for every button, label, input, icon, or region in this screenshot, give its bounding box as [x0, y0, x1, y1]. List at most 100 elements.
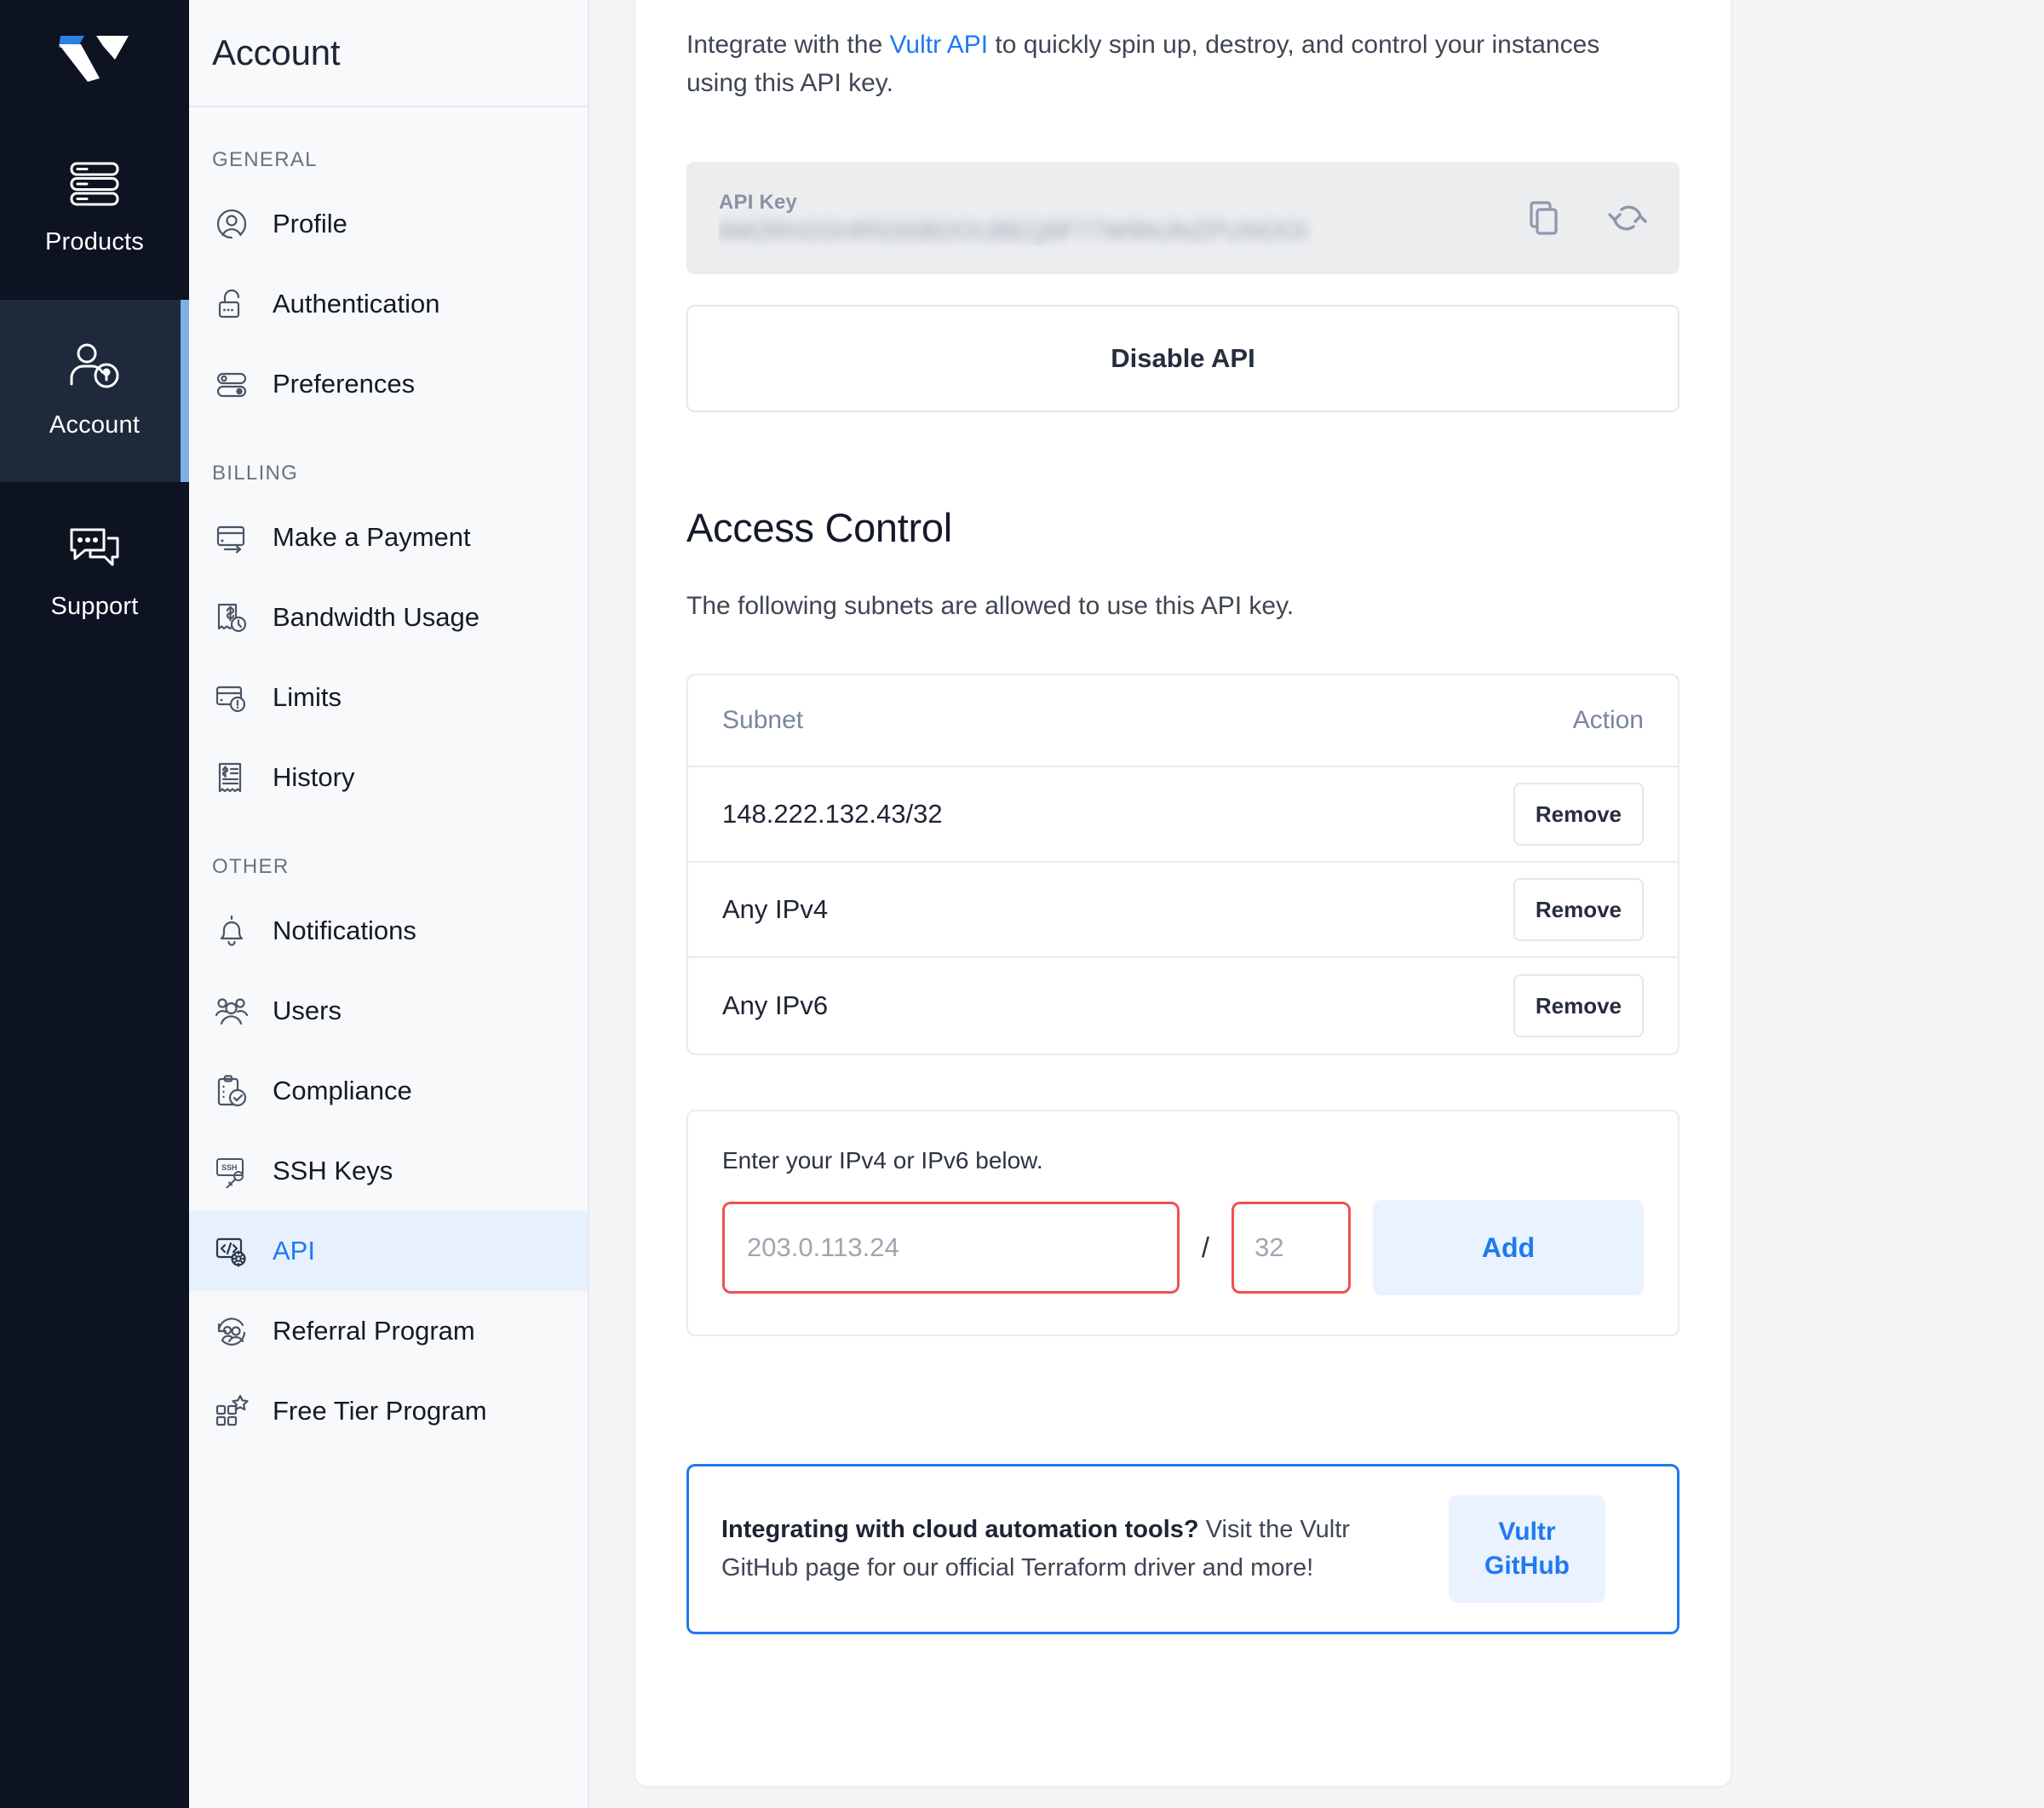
user-account-icon [68, 343, 121, 389]
api-key-actions [1504, 195, 1651, 241]
referral-users-icon [212, 1312, 251, 1351]
sidebar-item-authentication[interactable]: Authentication [189, 264, 588, 344]
rail-label-account: Account [49, 410, 141, 439]
sidebar-label-referral-program: Referral Program [273, 1316, 475, 1346]
api-settings-card: Integrate with the Vultr API to quickly … [635, 0, 1731, 1786]
cidr-mask-input[interactable] [1232, 1202, 1352, 1294]
sidebar-label-preferences: Preferences [273, 369, 416, 399]
sidebar-label-notifications: Notifications [273, 915, 416, 945]
chat-bubbles-icon [68, 526, 121, 571]
add-subnet-hint: Enter your IPv4 or IPv6 below. [722, 1147, 1043, 1174]
unlock-padlock-icon [212, 284, 251, 324]
sidebar-label-history: History [273, 762, 355, 792]
sidebar-item-users[interactable]: Users [189, 971, 588, 1051]
ip-address-input[interactable] [722, 1202, 1180, 1294]
sidebar-label-free-tier-program: Free Tier Program [273, 1396, 487, 1426]
sidebar-item-ssh-keys[interactable]: SSH SSH Keys [189, 1131, 588, 1211]
sidebar-item-profile[interactable]: Profile [189, 184, 588, 264]
sidebar-item-make-a-payment[interactable]: Make a Payment [189, 497, 588, 577]
sidebar-item-preferences[interactable]: Preferences [189, 344, 588, 424]
api-key-label: API Key [719, 190, 798, 214]
main-content-area: Integrate with the Vultr API to quickly … [589, 0, 2044, 1808]
sidebar-item-compliance[interactable]: Compliance [189, 1051, 588, 1131]
svg-text:SSH: SSH [221, 1163, 238, 1172]
rail-label-products: Products [44, 227, 145, 255]
grid-star-icon [212, 1392, 251, 1431]
account-sidebar: Account GENERAL Profile Authentication P… [189, 0, 589, 1808]
table-row: Any IPv4 Remove [688, 863, 1678, 958]
subnet-value: Any IPv6 [722, 990, 829, 1020]
vultr-github-line1: Vultr [1498, 1517, 1556, 1546]
access-control-title: Access Control [686, 505, 952, 550]
sliders-toggle-icon [212, 364, 251, 404]
server-stack-icon [70, 162, 119, 206]
rail-item-products[interactable]: Products [0, 118, 189, 300]
app-root: Products Account Support Account GENERAL… [0, 0, 2044, 1808]
sidebar-label-profile: Profile [273, 209, 347, 238]
github-callout: Integrating with cloud automation tools?… [686, 1464, 1679, 1634]
github-callout-bold: Integrating with cloud automation tools? [721, 1516, 1199, 1544]
receipt-clock-icon [212, 598, 251, 637]
sidebar-item-free-tier-program[interactable]: Free Tier Program [189, 1371, 588, 1451]
sidebar-label-ssh-keys: SSH Keys [273, 1156, 393, 1185]
github-callout-text: Integrating with cloud automation tools?… [721, 1511, 1420, 1587]
column-header-subnet: Subnet [722, 706, 804, 734]
sidebar-label-make-a-payment: Make a Payment [273, 522, 471, 552]
column-header-action: Action [1572, 706, 1644, 734]
sidebar-item-api[interactable]: API [189, 1211, 588, 1291]
subnet-table-header: Subnet Action [688, 675, 1678, 767]
ssh-key-icon: SSH [212, 1151, 251, 1191]
sidebar-item-bandwidth-usage[interactable]: Bandwidth Usage [189, 577, 588, 657]
clipboard-check-icon [212, 1071, 251, 1111]
sidebar-item-history[interactable]: History [189, 738, 588, 818]
vultr-api-link[interactable]: Vultr API [889, 31, 988, 59]
vultr-github-button[interactable]: Vultr GitHub [1449, 1495, 1605, 1603]
bell-icon [212, 911, 251, 950]
api-key-field[interactable]: API Key 6M2RH2GHR5S5BDOUBEQ8F77W9NJNZPUN… [686, 162, 1679, 274]
cidr-separator: / [1201, 1231, 1210, 1263]
sidebar-label-authentication: Authentication [273, 289, 440, 319]
remove-subnet-button[interactable]: Remove [1513, 974, 1644, 1037]
sidebar-item-limits[interactable]: Limits [189, 657, 588, 738]
table-row: 148.222.132.43/32 Remove [688, 767, 1678, 863]
subnet-action-cell: Remove [1513, 974, 1644, 1037]
nav-section-general: GENERAL [212, 148, 318, 171]
api-intro-text: Integrate with the Vultr API to quickly … [686, 0, 1632, 102]
users-group-icon [212, 991, 251, 1030]
card-warning-icon [212, 678, 251, 717]
nav-section-billing: BILLING [212, 462, 299, 485]
sidebar-label-users: Users [273, 996, 342, 1025]
subnet-action-cell: Remove [1513, 783, 1644, 846]
vultr-logo[interactable] [0, 0, 189, 118]
remove-subnet-button[interactable]: Remove [1513, 878, 1644, 941]
refresh-icon[interactable] [1605, 195, 1651, 241]
rail-item-account[interactable]: Account [0, 300, 189, 482]
api-key-texts: API Key 6M2RH2GHR5S5BDOUBEQ8F77W9NJNZPUN… [719, 191, 1504, 246]
rail-label-support: Support [50, 592, 139, 620]
remove-subnet-button[interactable]: Remove [1513, 783, 1644, 846]
sidebar-label-limits: Limits [273, 682, 342, 712]
nav-section-other: OTHER [212, 855, 290, 878]
profile-icon [212, 204, 251, 244]
sidebar-item-referral-program[interactable]: Referral Program [189, 1291, 588, 1371]
rail-item-support[interactable]: Support [0, 482, 189, 664]
sidebar-label-compliance: Compliance [273, 1076, 412, 1105]
sidebar-item-notifications[interactable]: Notifications [189, 891, 588, 971]
copy-icon[interactable] [1521, 195, 1567, 241]
api-key-value: 6M2RH2GHR5S5BDOUBEQ8F77W9NJNZPUNOOI [719, 217, 1308, 245]
subnet-value: 148.222.132.43/32 [722, 799, 943, 829]
primary-icon-rail: Products Account Support [0, 0, 189, 1808]
credit-card-arrow-icon [212, 518, 251, 557]
sidebar-label-api: API [273, 1236, 315, 1266]
invoice-icon [212, 758, 251, 797]
sidebar-header: Account [189, 0, 588, 107]
subnet-table: Subnet Action 148.222.132.43/32 Remove A… [686, 674, 1679, 1055]
table-row: Any IPv6 Remove [688, 958, 1678, 1053]
sidebar-title: Account [212, 32, 341, 72]
subnet-action-cell: Remove [1513, 878, 1644, 941]
vultr-github-line2: GitHub [1484, 1552, 1570, 1580]
access-control-subtitle: The following subnets are allowed to use… [686, 592, 1295, 620]
disable-api-button[interactable]: Disable API [686, 305, 1679, 412]
subnet-value: Any IPv4 [722, 894, 829, 924]
add-subnet-button[interactable]: Add [1373, 1200, 1644, 1295]
